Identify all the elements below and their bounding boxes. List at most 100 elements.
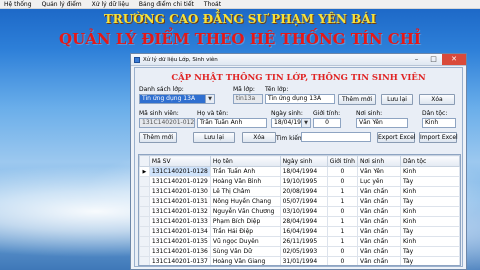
table-cell[interactable]: Văn chấn xyxy=(356,186,402,197)
table-cell[interactable]: 18/04/1994 xyxy=(279,166,328,177)
menu-item-exit[interactable]: Thoát xyxy=(204,1,221,8)
row-selector[interactable] xyxy=(139,256,150,265)
table-cell[interactable]: 0 xyxy=(326,256,358,265)
table-cell[interactable]: 05/07/1994 xyxy=(279,196,328,207)
column-header-gender[interactable]: Giới tính xyxy=(326,155,358,167)
add-student-button[interactable]: Thêm mới xyxy=(139,132,177,143)
table-row[interactable]: 131C140201-0133 Phạm Bích Diệp 28/04/1994 1… xyxy=(139,216,460,227)
dob-picker[interactable]: 18/04/1994 ▼ xyxy=(271,118,311,128)
table-cell[interactable]: 131C140201-0137 xyxy=(148,256,211,265)
table-row[interactable]: ▶ 131C140201-0128 Trần Tuấn Anh 18/04/1994 0… xyxy=(139,166,460,177)
menu-item-system[interactable]: Hệ thống xyxy=(4,1,32,8)
table-cell[interactable]: Tày xyxy=(400,196,460,207)
table-cell[interactable]: Kinh xyxy=(400,216,460,227)
table-row[interactable]: 131C140201-0131 Nông Huyền Chang 05/07/199… xyxy=(139,196,460,207)
minimize-icon[interactable]: – xyxy=(408,54,425,65)
table-cell[interactable]: Tày xyxy=(400,256,460,265)
row-selector[interactable] xyxy=(139,176,150,187)
delete-student-button[interactable]: Xóa xyxy=(242,132,276,143)
table-cell[interactable]: Văn Yên xyxy=(356,166,402,177)
table-cell[interactable]: 0 xyxy=(326,176,358,187)
row-selector[interactable] xyxy=(139,196,150,207)
table-cell[interactable]: Kinh xyxy=(400,206,460,217)
table-cell[interactable]: Tày xyxy=(400,226,460,237)
search-input[interactable] xyxy=(301,132,371,142)
column-header-pob[interactable]: Nơi sinh xyxy=(356,155,402,167)
table-cell[interactable]: Vũ ngọc Duyên xyxy=(209,236,281,247)
table-cell[interactable]: Văn chấn xyxy=(356,256,402,265)
table-cell[interactable]: 131C140201-0132 xyxy=(148,206,211,217)
table-cell[interactable]: 131C140201-0129 xyxy=(148,176,211,187)
table-cell[interactable]: Văn chấn xyxy=(356,236,402,247)
save-class-button[interactable]: Lưu lại xyxy=(381,94,413,105)
table-cell[interactable]: 19/10/1995 xyxy=(279,176,328,187)
table-row[interactable]: 131C140201-0137 Hoàng Văn Giang 31/01/1994… xyxy=(139,256,460,265)
table-cell[interactable]: 0 xyxy=(326,246,358,257)
table-cell[interactable]: Văn chấn xyxy=(356,226,402,237)
table-row[interactable]: 131C140201-0134 Trần Hải Điệp 16/04/1994 1 V… xyxy=(139,226,460,237)
table-cell[interactable]: 131C140201-0131 xyxy=(148,196,211,207)
close-icon[interactable]: ✕ xyxy=(442,54,466,65)
export-excel-button[interactable]: Export Excel xyxy=(377,132,415,143)
table-cell[interactable]: Nguyễn Văn Chương xyxy=(209,206,281,217)
table-cell[interactable]: Văn chấn xyxy=(356,216,402,227)
table-cell[interactable]: Trần Hải Điệp xyxy=(209,226,281,237)
gender-field[interactable]: 0 xyxy=(313,118,341,128)
row-selector[interactable] xyxy=(139,236,150,247)
table-cell[interactable]: Kinh xyxy=(400,236,460,247)
student-table[interactable]: Mã SV Họ tên Ngày sinh Giới tính Nơi sin… xyxy=(138,154,461,266)
table-cell[interactable]: Kinh xyxy=(400,186,460,197)
save-student-button[interactable]: Lưu lại xyxy=(193,132,235,143)
student-name-field[interactable]: Trần Tuấn Anh xyxy=(197,118,267,128)
student-id-field[interactable]: 131C140201-0128 xyxy=(139,118,195,128)
maximize-icon[interactable]: □ xyxy=(425,54,442,65)
table-cell[interactable]: 131C140201-0130 xyxy=(148,186,211,197)
table-cell[interactable]: Tày xyxy=(400,176,460,187)
table-cell[interactable]: Văn chấn xyxy=(356,196,402,207)
table-cell[interactable]: 131C140201-0134 xyxy=(148,226,211,237)
table-cell[interactable]: Tày xyxy=(400,246,460,257)
class-code-field[interactable]: tin13a xyxy=(233,94,263,104)
table-row[interactable]: 131C140201-0132 Nguyễn Văn Chương 03/10/19… xyxy=(139,206,460,217)
table-cell[interactable]: Nông Huyền Chang xyxy=(209,196,281,207)
table-cell[interactable]: 16/04/1994 xyxy=(279,226,328,237)
table-cell[interactable]: Hoàng Văn Bình xyxy=(209,176,281,187)
chevron-down-icon[interactable]: ▼ xyxy=(301,119,310,127)
row-selector[interactable] xyxy=(139,206,150,217)
table-cell[interactable]: 1 xyxy=(326,186,358,197)
menu-item-detail[interactable]: Bảng điểm chi tiết xyxy=(139,1,194,8)
table-cell[interactable]: Văn chấn xyxy=(356,246,402,257)
menu-item-data[interactable]: Xử lý dữ liệu xyxy=(92,1,129,8)
table-cell[interactable]: 31/01/1994 xyxy=(279,256,328,265)
table-cell[interactable]: Lê Thị Châm xyxy=(209,186,281,197)
table-row[interactable]: 131C140201-0129 Hoàng Văn Bình 19/10/1995 0… xyxy=(139,176,460,187)
row-selector[interactable] xyxy=(139,226,150,237)
ethnic-field[interactable]: Kinh xyxy=(422,118,456,128)
column-header-ethnic[interactable]: Dân tộc xyxy=(400,155,460,167)
table-cell[interactable]: 03/10/1994 xyxy=(279,206,328,217)
row-selector-arrow-icon[interactable]: ▶ xyxy=(139,166,150,177)
table-cell[interactable]: 1 xyxy=(326,236,358,247)
column-header-name[interactable]: Họ tên xyxy=(209,155,281,167)
menu-item-grades[interactable]: Quản lý điểm xyxy=(42,1,82,8)
table-cell[interactable]: Kinh xyxy=(400,166,460,177)
class-name-field[interactable]: Tin ứng dụng 13A xyxy=(265,94,335,104)
table-row[interactable]: 131C140201-0130 Lê Thị Châm 20/08/1994 1 Văn… xyxy=(139,186,460,197)
table-cell[interactable]: 0 xyxy=(326,166,358,177)
table-cell[interactable]: 131C140201-0136 xyxy=(148,246,211,257)
column-header-dob[interactable]: Ngày sinh xyxy=(279,155,328,167)
row-selector[interactable] xyxy=(139,216,150,227)
table-cell[interactable]: 131C140201-0135 xyxy=(148,236,211,247)
table-cell[interactable]: Phạm Bích Diệp xyxy=(209,216,281,227)
table-cell[interactable]: 131C140201-0133 xyxy=(148,216,211,227)
delete-class-button[interactable]: Xóa xyxy=(419,94,455,105)
table-cell[interactable]: 28/04/1994 xyxy=(279,216,328,227)
table-cell[interactable]: 0 xyxy=(326,206,358,217)
table-cell[interactable]: 20/08/1994 xyxy=(279,186,328,197)
add-class-button[interactable]: Thêm mới xyxy=(338,94,376,105)
table-cell[interactable]: 131C140201-0128 xyxy=(148,166,211,177)
table-cell[interactable]: 1 xyxy=(326,216,358,227)
chevron-down-icon[interactable]: ▼ xyxy=(205,95,214,103)
table-row[interactable]: 131C140201-0136 Sùng Văn Dữ 02/05/1993 0 Văn… xyxy=(139,246,460,257)
row-selector[interactable] xyxy=(139,186,150,197)
